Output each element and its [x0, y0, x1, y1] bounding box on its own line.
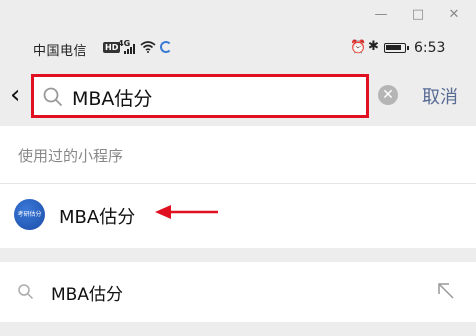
alarm-icon: ⏰ [350, 40, 367, 55]
search-input[interactable]: MBA估分 [31, 74, 369, 118]
status-bar: 中国电信 HD 4G ⏰ ✱ 6:53 [0, 31, 476, 66]
section-title: 使用过的小程序 [18, 147, 124, 165]
maximize-button[interactable]: □ [411, 8, 425, 22]
recent-mini-programs-header: 使用过的小程序 [0, 126, 476, 184]
clear-circle-icon[interactable]: ✕ [378, 85, 398, 105]
carrier-label: 中国电信 [33, 44, 88, 59]
battery-icon [384, 43, 409, 53]
cancel-button[interactable]: 取消 [422, 83, 458, 109]
bluetooth-icon: ✱ [368, 39, 379, 54]
window-title-bar: — □ ✕ [0, 0, 476, 31]
signal-icon [124, 44, 135, 54]
close-window-button[interactable]: ✕ [447, 8, 461, 22]
search-icon [18, 284, 34, 300]
mini-program-item[interactable]: 考研估分 MBA估分 [0, 184, 476, 248]
minimize-button[interactable]: — [374, 8, 388, 22]
status-time: 6:53 [414, 40, 446, 56]
search-query-text: MBA估分 [72, 88, 153, 110]
annotation-arrow-icon [155, 205, 218, 219]
wifi-icon [140, 41, 156, 53]
suggestion-text: MBA估分 [51, 285, 123, 305]
search-bar-row: ‹ MBA估分 ✕ 取消 [0, 66, 476, 126]
mini-program-name: MBA估分 [59, 207, 136, 228]
back-chevron-icon[interactable]: ‹ [10, 82, 24, 108]
search-suggestion-item[interactable]: MBA估分 [0, 262, 476, 322]
mini-program-avatar: 考研估分 [14, 199, 45, 230]
arrow-up-left-icon[interactable] [436, 281, 456, 301]
huawei-logo-icon [160, 41, 172, 53]
search-icon [43, 87, 63, 107]
